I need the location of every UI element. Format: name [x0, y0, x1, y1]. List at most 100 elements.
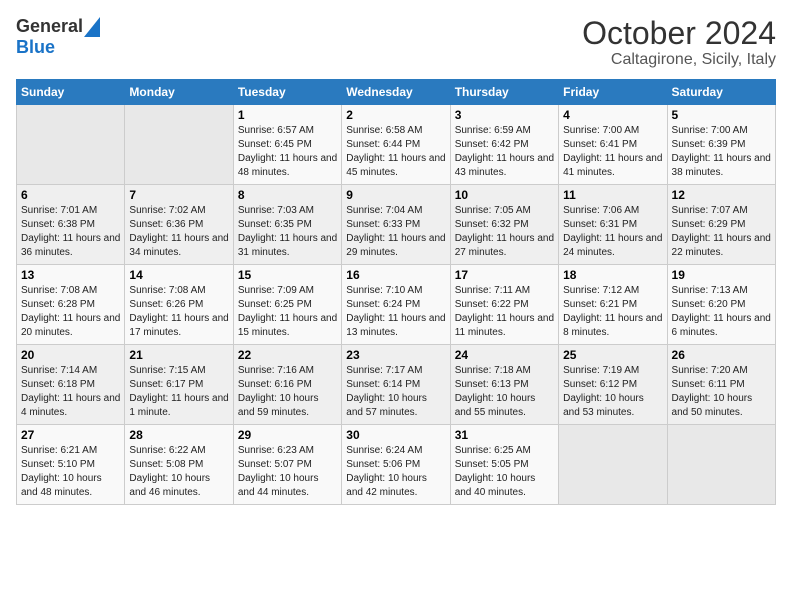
title-block: October 2024 Caltagirone, Sicily, Italy — [582, 16, 776, 69]
day-number: 8 — [238, 188, 337, 202]
day-number: 4 — [563, 108, 662, 122]
table-row — [17, 105, 125, 185]
table-row: 14Sunrise: 7:08 AM Sunset: 6:26 PM Dayli… — [125, 265, 233, 345]
day-number: 3 — [455, 108, 554, 122]
table-row: 30 Sunrise: 6:24 AM Sunset: 5:06 PM Dayli… — [342, 425, 450, 505]
day-number: 11 — [563, 188, 662, 202]
day-info: Sunrise: 7:19 AM Sunset: 6:12 PM Dayligh… — [563, 365, 644, 418]
table-row: 2 Sunrise: 6:58 AM Sunset: 6:44 PM Daylig… — [342, 105, 450, 185]
day-info: Sunrise: 7:08 AM Sunset: 6:26 PM Dayligh… — [129, 285, 228, 338]
table-row: 18Sunrise: 7:12 AM Sunset: 6:21 PM Dayli… — [559, 265, 667, 345]
day-info: Sunrise: 7:10 AM Sunset: 6:24 PM Dayligh… — [346, 285, 445, 338]
calendar-row-4: 27 Sunrise: 6:21 AM Sunset: 5:10 PM Dayli… — [17, 425, 776, 505]
calendar-row-3: 20Sunrise: 7:14 AM Sunset: 6:18 PM Dayli… — [17, 345, 776, 425]
col-friday: Friday — [559, 80, 667, 105]
table-row: 22 Sunrise: 7:16 AM Sunset: 6:16 PM Dayli… — [233, 345, 341, 425]
day-info: Sunrise: 6:58 AM Sunset: 6:44 PM Dayligh… — [346, 125, 445, 178]
day-info: Sunrise: 7:11 AM Sunset: 6:22 PM Dayligh… — [455, 285, 554, 338]
day-info: Sunrise: 7:04 AM Sunset: 6:33 PM Dayligh… — [346, 205, 445, 258]
day-number: 15 — [238, 268, 337, 282]
day-info: Sunrise: 7:07 AM Sunset: 6:29 PM Dayligh… — [672, 205, 771, 258]
table-row: 12 Sunrise: 7:07 AM Sunset: 6:29 PM Dayli… — [667, 185, 775, 265]
day-info: Sunrise: 7:13 AM Sunset: 6:20 PM Dayligh… — [672, 285, 771, 338]
table-row: 5 Sunrise: 7:00 AM Sunset: 6:39 PM Daylig… — [667, 105, 775, 185]
table-row: 10 Sunrise: 7:05 AM Sunset: 6:32 PM Dayli… — [450, 185, 558, 265]
table-row: 23Sunrise: 7:17 AM Sunset: 6:14 PM Dayli… — [342, 345, 450, 425]
col-saturday: Saturday — [667, 80, 775, 105]
day-info: Sunrise: 7:08 AM Sunset: 6:28 PM Dayligh… — [21, 285, 120, 338]
day-number: 30 — [346, 428, 445, 442]
day-number: 2 — [346, 108, 445, 122]
logo: General Blue — [16, 16, 100, 58]
calendar-row-1: 6 Sunrise: 7:01 AM Sunset: 6:38 PM Daylig… — [17, 185, 776, 265]
calendar-header-row: Sunday Monday Tuesday Wednesday Thursday… — [17, 80, 776, 105]
day-number: 10 — [455, 188, 554, 202]
day-info: Sunrise: 7:06 AM Sunset: 6:31 PM Dayligh… — [563, 205, 662, 258]
day-info: Sunrise: 7:12 AM Sunset: 6:21 PM Dayligh… — [563, 285, 662, 338]
day-info: Sunrise: 7:20 AM Sunset: 6:11 PM Dayligh… — [672, 365, 753, 418]
day-number: 24 — [455, 348, 554, 362]
day-number: 26 — [672, 348, 771, 362]
day-info: Sunrise: 6:59 AM Sunset: 6:42 PM Dayligh… — [455, 125, 554, 178]
table-row — [559, 425, 667, 505]
day-info: Sunrise: 6:22 AM Sunset: 5:08 PM Dayligh… — [129, 445, 210, 498]
day-info: Sunrise: 7:05 AM Sunset: 6:32 PM Dayligh… — [455, 205, 554, 258]
month-title: October 2024 — [582, 16, 776, 51]
table-row: 17Sunrise: 7:11 AM Sunset: 6:22 PM Dayli… — [450, 265, 558, 345]
day-info: Sunrise: 7:00 AM Sunset: 6:39 PM Dayligh… — [672, 125, 771, 178]
table-row: 21 Sunrise: 7:15 AM Sunset: 6:17 PM Dayli… — [125, 345, 233, 425]
day-number: 21 — [129, 348, 228, 362]
logo-triangle-icon — [84, 17, 100, 37]
table-row: 16 Sunrise: 7:10 AM Sunset: 6:24 PM Dayli… — [342, 265, 450, 345]
day-number: 31 — [455, 428, 554, 442]
day-number: 25 — [563, 348, 662, 362]
table-row: 27 Sunrise: 6:21 AM Sunset: 5:10 PM Dayli… — [17, 425, 125, 505]
day-number: 1 — [238, 108, 337, 122]
table-row — [125, 105, 233, 185]
day-info: Sunrise: 7:09 AM Sunset: 6:25 PM Dayligh… — [238, 285, 337, 338]
table-row: 26 Sunrise: 7:20 AM Sunset: 6:11 PM Dayli… — [667, 345, 775, 425]
day-number: 29 — [238, 428, 337, 442]
day-info: Sunrise: 6:57 AM Sunset: 6:45 PM Dayligh… — [238, 125, 337, 178]
day-info: Sunrise: 7:02 AM Sunset: 6:36 PM Dayligh… — [129, 205, 228, 258]
day-number: 12 — [672, 188, 771, 202]
location-title: Caltagirone, Sicily, Italy — [582, 51, 776, 69]
day-info: Sunrise: 7:01 AM Sunset: 6:38 PM Dayligh… — [21, 205, 120, 258]
table-row — [667, 425, 775, 505]
table-row: 28 Sunrise: 6:22 AM Sunset: 5:08 PM Dayli… — [125, 425, 233, 505]
day-number: 23 — [346, 348, 445, 362]
table-row: 1 Sunrise: 6:57 AM Sunset: 6:45 PM Daylig… — [233, 105, 341, 185]
table-row: 15 Sunrise: 7:09 AM Sunset: 6:25 PM Dayli… — [233, 265, 341, 345]
day-number: 13 — [21, 268, 120, 282]
day-info: Sunrise: 7:16 AM Sunset: 6:16 PM Dayligh… — [238, 365, 319, 418]
col-thursday: Thursday — [450, 80, 558, 105]
day-number: 28 — [129, 428, 228, 442]
table-row: 8 Sunrise: 7:03 AM Sunset: 6:35 PM Daylig… — [233, 185, 341, 265]
logo-general-text: General — [16, 16, 83, 37]
day-info: Sunrise: 6:21 AM Sunset: 5:10 PM Dayligh… — [21, 445, 102, 498]
day-number: 5 — [672, 108, 771, 122]
day-info: Sunrise: 7:03 AM Sunset: 6:35 PM Dayligh… — [238, 205, 337, 258]
table-row: 20Sunrise: 7:14 AM Sunset: 6:18 PM Dayli… — [17, 345, 125, 425]
table-row: 24 Sunrise: 7:18 AM Sunset: 6:13 PM Dayli… — [450, 345, 558, 425]
day-number: 22 — [238, 348, 337, 362]
day-number: 9 — [346, 188, 445, 202]
day-number: 20 — [21, 348, 120, 362]
day-info: Sunrise: 6:25 AM Sunset: 5:05 PM Dayligh… — [455, 445, 536, 498]
table-row: 25 Sunrise: 7:19 AM Sunset: 6:12 PM Dayli… — [559, 345, 667, 425]
day-number: 16 — [346, 268, 445, 282]
day-number: 19 — [672, 268, 771, 282]
table-row: 7Sunrise: 7:02 AM Sunset: 6:36 PM Daylig… — [125, 185, 233, 265]
day-info: Sunrise: 6:24 AM Sunset: 5:06 PM Dayligh… — [346, 445, 427, 498]
day-number: 6 — [21, 188, 120, 202]
table-row: 9 Sunrise: 7:04 AM Sunset: 6:33 PM Daylig… — [342, 185, 450, 265]
page-header: General Blue October 2024 Caltagirone, S… — [16, 16, 776, 69]
calendar-table: Sunday Monday Tuesday Wednesday Thursday… — [16, 79, 776, 505]
col-monday: Monday — [125, 80, 233, 105]
day-info: Sunrise: 7:15 AM Sunset: 6:17 PM Dayligh… — [129, 365, 228, 418]
day-info: Sunrise: 7:00 AM Sunset: 6:41 PM Dayligh… — [563, 125, 662, 178]
table-row: 6 Sunrise: 7:01 AM Sunset: 6:38 PM Daylig… — [17, 185, 125, 265]
table-row: 13 Sunrise: 7:08 AM Sunset: 6:28 PM Dayli… — [17, 265, 125, 345]
day-number: 27 — [21, 428, 120, 442]
day-info: Sunrise: 7:18 AM Sunset: 6:13 PM Dayligh… — [455, 365, 536, 418]
